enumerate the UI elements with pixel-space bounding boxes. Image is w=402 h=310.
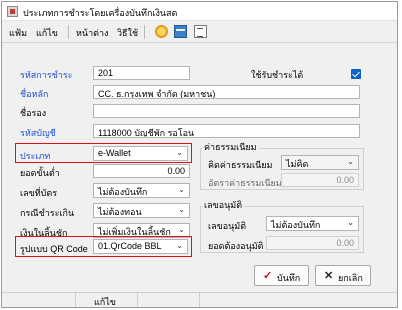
usable-checkbox[interactable] <box>351 69 361 79</box>
cancel-button[interactable]: ✕ ยกเลิก <box>315 265 371 286</box>
chevron-down-icon: ⌄ <box>178 185 185 194</box>
status-cell <box>2 293 76 307</box>
qr-label: รูปแบบ QR Code <box>20 244 88 254</box>
usable-label: ใช้รับชำระได้ <box>251 70 304 80</box>
approval-group-title: เลขอนุมัติ <box>202 198 245 212</box>
fee-calc-label: คิดค่าธรรมเนียม <box>208 160 273 170</box>
chevron-down-icon: ⌄ <box>176 148 183 157</box>
chevron-down-icon: ⌄ <box>178 205 185 214</box>
code-field[interactable]: 201 <box>93 66 190 80</box>
chevron-down-icon: ⌄ <box>347 157 354 166</box>
menu-window[interactable]: หน้าต่าง <box>76 26 108 40</box>
approval-label: เลขอนุมัติ <box>208 221 247 231</box>
window-title: ประเภทการชำระโดยเครื่องบันทึกเงินสด <box>23 8 178 18</box>
approval-amount-field[interactable]: 0.00 <box>266 236 359 250</box>
approval-select-value: ไม่ต้องบันทึก <box>271 220 321 230</box>
type-select-value: e-Wallet <box>98 148 131 158</box>
fee-calc-select-value: ไม่คิด <box>286 159 309 169</box>
card-no-select-value: ไม่ต้องบันทึก <box>98 187 148 197</box>
document-icon[interactable] <box>194 25 207 38</box>
status-bar: แก้ไข <box>2 292 397 307</box>
min-amount-label: ยอดขั้นต่ำ <box>20 168 60 178</box>
change-select-value: ไม่ต้องทอน <box>98 207 142 217</box>
chevron-down-icon: ⌄ <box>176 241 183 250</box>
menu-edit[interactable]: แก้ไข <box>36 26 58 40</box>
app-icon <box>7 6 18 17</box>
fee-calc-select[interactable]: ไม่คิด ⌄ <box>281 155 359 170</box>
min-amount-field[interactable]: 0.00 <box>93 164 190 178</box>
card-no-select[interactable]: ไม่ต้องบันทึก ⌄ <box>93 183 190 198</box>
chevron-down-icon: ⌄ <box>178 225 185 234</box>
change-label: กรณีชำระเกิน <box>20 208 75 218</box>
status-cell <box>138 293 200 307</box>
approval-select[interactable]: ไม่ต้องบันทึก ⌄ <box>266 216 359 231</box>
menu-separator <box>68 25 69 39</box>
status-cell: แก้ไข <box>76 293 138 307</box>
qr-select-value: 01.QrCode BBL <box>98 241 162 251</box>
menu-bar: แฟ้ม แก้ไข หน้าต่าง วิธีใช้ <box>2 21 397 43</box>
type-label: ประเภท <box>20 151 51 161</box>
menu-separator <box>144 25 145 39</box>
save-button[interactable]: ✓ บันทึก <box>254 265 309 286</box>
close-icon: ✕ <box>324 270 334 282</box>
fee-rate-label: อัตราค่าธรรมเนียม <box>208 178 282 188</box>
alt-name-field[interactable] <box>93 104 360 118</box>
qr-select[interactable]: 01.QrCode BBL ⌄ <box>93 239 188 254</box>
account-label: รหัสบัญชี <box>20 128 56 138</box>
main-name-field[interactable]: CC. ธ.กรุงเทพ จำกัด (มหาชน) <box>93 85 360 99</box>
status-mode: แก้ไข <box>94 297 116 307</box>
type-select[interactable]: e-Wallet ⌄ <box>93 146 188 161</box>
title-bar: ประเภทการชำระโดยเครื่องบันทึกเงินสด <box>2 2 397 21</box>
account-field[interactable]: 1118000 บัญชีพัก รอโอน <box>93 124 360 138</box>
checkmark-icon: ✓ <box>263 270 273 282</box>
fee-group-title: ค่าธรรมเนียม <box>202 140 259 154</box>
chevron-down-icon: ⌄ <box>347 218 354 227</box>
fee-rate-field[interactable]: 0.00 <box>281 173 359 187</box>
approval-amount-label: ยอดต้องอนุมัติ <box>208 241 264 251</box>
menu-file[interactable]: แฟ้ม <box>9 26 27 40</box>
card-icon[interactable] <box>174 25 187 38</box>
payment-type-window: ประเภทการชำระโดยเครื่องบันทึกเงินสด แฟ้ม… <box>1 1 398 308</box>
main-name-label: ชื่อหลัก <box>20 89 49 99</box>
card-no-label: เลขที่บัตร <box>20 188 58 198</box>
code-label: รหัสการชำระ <box>20 70 73 80</box>
menu-help[interactable]: วิธีใช้ <box>117 26 138 40</box>
change-select[interactable]: ไม่ต้องทอน ⌄ <box>93 203 190 218</box>
alt-name-label: ชื่อรอง <box>20 108 47 118</box>
help-icon[interactable] <box>155 25 168 38</box>
